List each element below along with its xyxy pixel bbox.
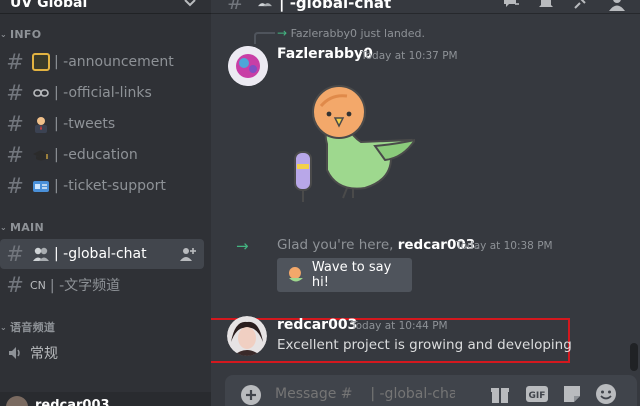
hash-icon: # (6, 50, 24, 74)
hash-icon: # (6, 112, 24, 136)
channel-global-chat[interactable]: # | -global-chat (0, 239, 204, 269)
channel-official-links[interactable]: # | -official-links (0, 78, 203, 108)
cn-prefix: CN (30, 278, 46, 292)
notification-bell-icon[interactable] (536, 0, 556, 12)
join-notice: → Fazlerabby0 just landed. (277, 26, 425, 40)
message-timestamp: Today at 10:44 PM (351, 320, 448, 332)
channel-education[interactable]: # | -education (0, 140, 203, 170)
add-attachment-icon[interactable] (240, 384, 262, 406)
channel-ticket-support[interactable]: # | -ticket-support (0, 171, 203, 201)
hash-icon: # (6, 242, 24, 266)
hash-icon: # (227, 0, 244, 14)
pin-icon[interactable] (571, 0, 591, 12)
sticker-icon[interactable] (561, 383, 583, 405)
avatar-image (227, 316, 267, 356)
message-content: Excellent project is growing and develop… (277, 337, 572, 353)
wave-button-label: Wave to say hi! (311, 260, 392, 290)
channel-label: | -tweets (54, 116, 116, 132)
category-voice[interactable]: ⌄ 语音频道 (0, 319, 55, 335)
channel-label: | -ticket-support (54, 178, 166, 194)
channel-label: | -global-chat (54, 246, 147, 262)
channel-label: | -文字频道 (49, 278, 121, 294)
category-label: MAIN (10, 221, 44, 234)
channel-label: | -announcement (54, 54, 174, 70)
category-main[interactable]: ⌄ MAIN (0, 221, 44, 234)
message-input[interactable] (275, 386, 455, 402)
id-card-icon (33, 181, 49, 192)
category-info[interactable]: ⌄ INFO (0, 28, 41, 41)
wave-sticker-icon (288, 267, 303, 282)
arrow-right-icon: → (277, 26, 288, 40)
busts-emoji-icon (33, 247, 49, 261)
channel-label: | -official-links (54, 85, 152, 101)
server-header[interactable]: UV Global (0, 0, 211, 14)
hash-icon: # (6, 273, 24, 297)
threads-icon[interactable] (501, 0, 521, 12)
user-panel-name: redcar003 (35, 398, 110, 406)
server-name: UV Global (10, 0, 88, 11)
chevron-down-icon[interactable] (182, 0, 198, 11)
user-panel: redcar003 (0, 392, 211, 406)
voice-channel-general[interactable]: 常规 (0, 338, 204, 368)
member-list-icon[interactable] (607, 0, 627, 12)
channel-cn-text[interactable]: # CN | -文字频道 (0, 270, 203, 300)
reply-spine (254, 32, 275, 44)
chevron-down-icon: ⌄ (0, 30, 8, 39)
channel-header: # | -global-chat (211, 0, 640, 14)
arrow-right-icon: → (236, 237, 249, 255)
add-user-icon[interactable] (180, 246, 196, 262)
category-label: INFO (10, 28, 42, 41)
chat-area: # | -global-chat → Fazlerabby0 just land… (211, 0, 640, 406)
channel-sidebar: UV Global ⌄ INFO # | -announcement # | -… (0, 0, 211, 406)
message-composer: GIF (225, 375, 637, 406)
chevron-down-icon: ⌄ (0, 223, 8, 232)
welcome-prefix: Glad you're here, (277, 237, 398, 253)
hash-icon: # (6, 174, 24, 198)
channel-title: | -global-chat (279, 0, 392, 12)
svg-text:GIF: GIF (529, 391, 546, 401)
hash-icon: # (6, 81, 24, 105)
avatar[interactable] (227, 316, 267, 356)
person-suit-emoji-icon (35, 117, 47, 133)
trophy-emoji-icon (32, 53, 50, 71)
message-author[interactable]: Fazlerabby0 (277, 46, 373, 62)
hash-icon: # (6, 143, 24, 167)
link-chain-icon (33, 89, 49, 97)
scrollbar[interactable] (630, 343, 638, 371)
message-timestamp: Today at 10:38 PM (456, 240, 553, 252)
channel-label: | -education (54, 147, 138, 163)
category-label: 语音频道 (10, 321, 56, 334)
message-author[interactable]: redcar003 (277, 317, 357, 333)
welcome-message: Glad you're here, redcar003. (277, 237, 479, 253)
wave-button[interactable]: Wave to say hi! (277, 258, 412, 292)
gif-icon[interactable]: GIF (525, 383, 549, 405)
voice-channel-label: 常规 (30, 346, 58, 362)
busts-emoji-icon (258, 3, 272, 7)
avatar-image (228, 46, 268, 86)
channel-announcement[interactable]: # | -announcement (0, 47, 203, 77)
speaker-icon (0, 345, 30, 361)
avatar[interactable] (6, 396, 28, 406)
chevron-down-icon: ⌄ (0, 322, 8, 332)
gift-icon[interactable] (489, 383, 511, 405)
emoji-icon[interactable] (595, 383, 617, 405)
message-timestamp: Today at 10:37 PM (361, 50, 458, 62)
channel-tweets[interactable]: # | -tweets (0, 109, 203, 139)
parrot-sticker[interactable] (291, 84, 415, 208)
graduation-cap-icon (33, 150, 49, 161)
join-notice-text: Fazlerabby0 just landed. (290, 27, 426, 40)
avatar[interactable] (228, 46, 268, 86)
